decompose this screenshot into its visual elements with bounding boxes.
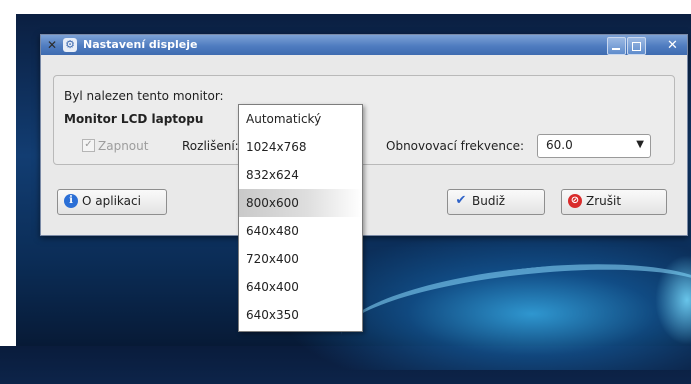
frame-left (0, 0, 16, 346)
resolution-dropdown-menu: Automatický 1024x768 832x624 800x600 640… (238, 104, 363, 332)
about-button-label: O aplikaci (82, 194, 141, 208)
maximize-button[interactable] (627, 37, 646, 55)
resolution-option-selected[interactable]: 800x600 (239, 189, 362, 217)
title-bar[interactable]: ✕ ⚙ Nastavení displeje ✕ (41, 35, 687, 55)
frame-top (0, 0, 691, 14)
resolution-option[interactable]: 832x624 (239, 161, 362, 189)
checkmark-icon: ✔ (455, 193, 467, 208)
maximize-icon (632, 42, 641, 51)
resolution-option[interactable]: Automatický (239, 105, 362, 133)
resolution-option[interactable]: 1024x768 (239, 133, 362, 161)
tools-icon[interactable]: ✕ (45, 38, 59, 52)
resolution-option[interactable]: 720x400 (239, 245, 362, 273)
monitor-name: Monitor LCD laptopu (64, 112, 204, 126)
close-icon: ✕ (667, 38, 678, 53)
resolution-option[interactable]: 640x400 (239, 273, 362, 301)
desktop-wallpaper-edge (655, 255, 691, 345)
refresh-rate-label: Obnovovací frekvence: (386, 139, 524, 153)
display-settings-dialog: ✕ ⚙ Nastavení displeje ✕ Byl nalezen ten… (40, 34, 688, 236)
about-button[interactable]: i O aplikaci (57, 189, 167, 215)
chevron-down-icon: ▼ (636, 139, 644, 150)
ok-button[interactable]: ✔ Budiž (447, 189, 545, 215)
info-icon: i (64, 194, 78, 208)
cancel-button-label: Zrušit (586, 194, 622, 208)
resolution-option[interactable]: 640x480 (239, 217, 362, 245)
enable-checkbox[interactable]: ✓ (82, 139, 95, 152)
refresh-rate-value: 60.0 (546, 138, 573, 152)
gear-icon[interactable]: ⚙ (63, 38, 77, 52)
refresh-rate-select[interactable]: 60.0 ▼ (537, 134, 651, 158)
cancel-button[interactable]: ⊘ Zrušit (561, 189, 667, 215)
window-title: Nastavení displeje (83, 38, 198, 51)
resolution-option[interactable]: 640x350 (239, 301, 362, 329)
close-button[interactable]: ✕ (663, 37, 682, 55)
minimize-button[interactable] (607, 37, 626, 55)
resolution-label: Rozlišení: (182, 139, 239, 153)
enable-label: Zapnout (98, 139, 149, 153)
monitor-found-label: Byl nalezen tento monitor: (64, 89, 224, 103)
minimize-icon (612, 48, 620, 50)
ok-button-label: Budiž (472, 194, 506, 208)
cancel-icon: ⊘ (568, 194, 582, 208)
